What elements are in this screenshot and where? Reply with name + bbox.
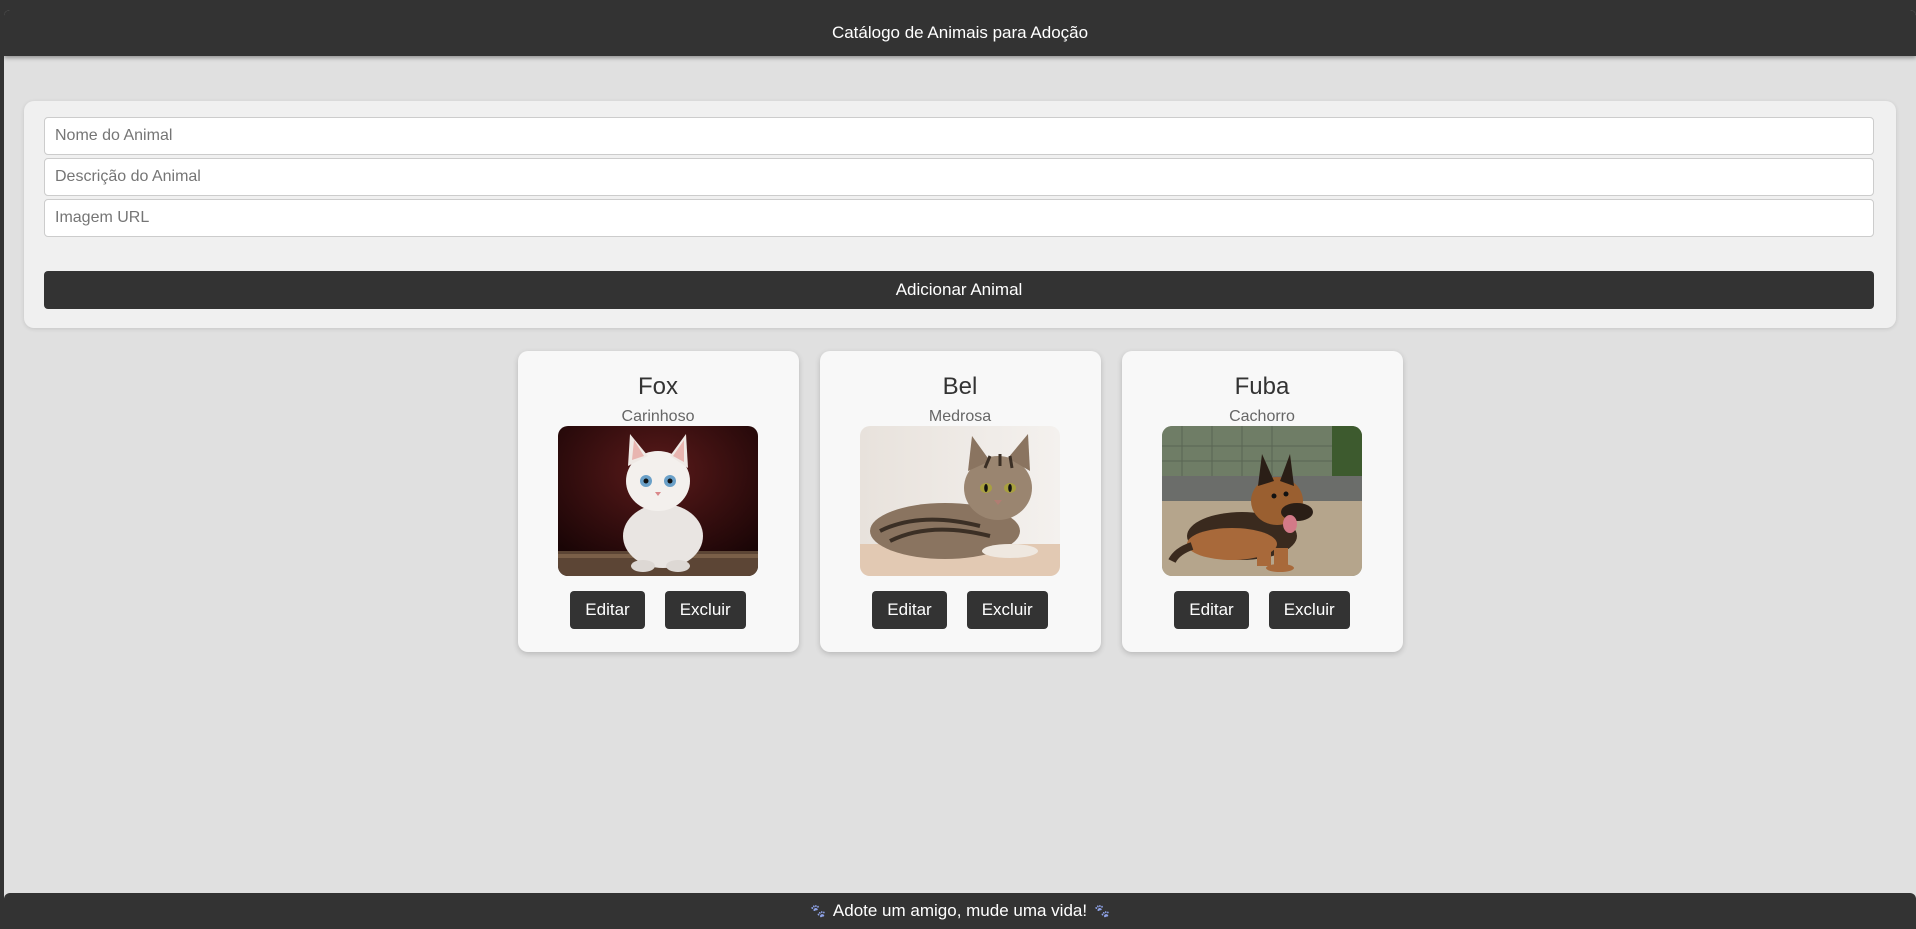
- edit-button[interactable]: Editar: [872, 591, 947, 629]
- delete-button[interactable]: Excluir: [966, 591, 1048, 629]
- animal-name: Fuba: [1234, 373, 1290, 400]
- card-actions: Editar Excluir: [518, 591, 799, 629]
- animal-photo: [557, 426, 758, 576]
- card-actions: Editar Excluir: [1122, 591, 1403, 629]
- page-footer: 🐾︎ Adote um amigo, mude uma vida! 🐾︎: [4, 893, 1916, 929]
- animal-photo: [1161, 426, 1362, 576]
- animal-card: Fuba Cachorro Editar Excluir: [1121, 351, 1403, 652]
- app-window: Catálogo de Animais para Adoção Adiciona…: [4, 10, 1916, 929]
- animal-image-url-input[interactable]: [44, 199, 1874, 237]
- animal-description-input[interactable]: [44, 158, 1874, 196]
- animal-name: Fox: [637, 373, 678, 400]
- tabby-cat-photo: [859, 426, 1060, 576]
- animal-description: Cachorro: [1229, 408, 1295, 425]
- white-kitten-photo: [557, 426, 758, 576]
- animal-card: Bel Medrosa Editar Excluir: [819, 351, 1101, 652]
- paw-icon: 🐾︎: [1093, 902, 1111, 919]
- edit-button[interactable]: Editar: [570, 591, 645, 629]
- german-shepherd-photo: [1161, 426, 1362, 576]
- page-header: Catálogo de Animais para Adoção: [4, 10, 1916, 56]
- paw-icon: 🐾︎: [809, 902, 827, 919]
- animal-name-input[interactable]: [44, 117, 1874, 155]
- animal-photo: [859, 426, 1060, 576]
- animal-card: Fox Carinhoso Editar Excluir: [517, 351, 799, 652]
- edit-button[interactable]: Editar: [1174, 591, 1249, 629]
- add-animal-form: Adicionar Animal: [24, 101, 1896, 328]
- delete-button[interactable]: Excluir: [1268, 591, 1350, 629]
- card-actions: Editar Excluir: [820, 591, 1101, 629]
- page-title: Catálogo de Animais para Adoção: [831, 23, 1089, 42]
- animal-card-list: Fox Carinhoso Editar Excluir Bel Medrosa…: [4, 351, 1916, 652]
- footer-text: Adote um amigo, mude uma vida!: [832, 901, 1088, 920]
- animal-description: Carinhoso: [621, 408, 695, 425]
- animal-name: Bel: [942, 373, 978, 400]
- animal-description: Medrosa: [928, 408, 992, 425]
- delete-button[interactable]: Excluir: [664, 591, 746, 629]
- add-animal-button[interactable]: Adicionar Animal: [44, 271, 1874, 309]
